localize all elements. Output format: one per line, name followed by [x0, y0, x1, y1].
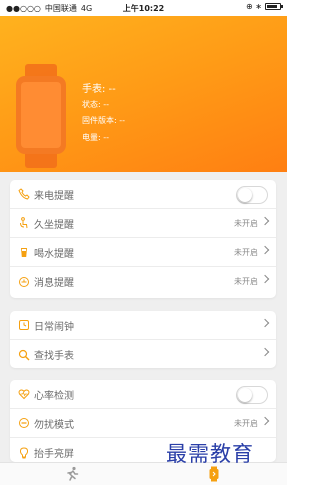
- tools-card: 日常闹钟 查找手表: [10, 311, 276, 368]
- heart-rate-toggle[interactable]: [236, 386, 268, 404]
- search-icon: [18, 349, 30, 361]
- row-label: 勿扰模式: [34, 419, 74, 431]
- row-label: 来电提醒: [34, 190, 74, 202]
- chevron-right-icon: [260, 416, 270, 426]
- tab-device-icon[interactable]: [206, 466, 222, 482]
- chevron-right-icon: [260, 318, 270, 328]
- row-heart-rate[interactable]: 心率检测: [10, 380, 276, 409]
- watch-battery: 电量: --: [82, 133, 110, 142]
- watch-status: 状态: --: [82, 100, 110, 109]
- phone-icon: [18, 188, 30, 200]
- watermark-text: 最需教育: [166, 442, 254, 466]
- dnd-icon: [18, 417, 30, 429]
- row-do-not-disturb[interactable]: 勿扰模式 未开启: [10, 409, 276, 438]
- firmware-version: 固件版本: --: [82, 116, 126, 125]
- row-daily-alarm[interactable]: 日常闹钟: [10, 311, 276, 340]
- battery-icon: [265, 3, 283, 10]
- row-label: 日常闹钟: [34, 321, 74, 333]
- chevron-right-icon: [260, 216, 270, 226]
- chevron-right-icon: [260, 274, 270, 284]
- row-value: 未开启: [234, 277, 258, 286]
- call-reminder-toggle[interactable]: [236, 186, 268, 204]
- status-time: 上午10:22: [122, 4, 165, 13]
- sit-icon: [18, 217, 30, 229]
- row-value: 未开启: [234, 418, 258, 428]
- cup-icon: [18, 246, 30, 258]
- row-find-watch[interactable]: 查找手表: [10, 340, 276, 369]
- heart-icon: [18, 388, 30, 400]
- row-call-reminder[interactable]: 来电提醒: [10, 180, 276, 209]
- message-icon: [18, 276, 30, 288]
- row-label: 抬手亮屏: [34, 449, 74, 460]
- row-label: 查找手表: [34, 351, 74, 362]
- row-value: 未开启: [234, 218, 258, 228]
- tab-sport-icon[interactable]: [64, 466, 80, 482]
- row-message-reminder[interactable]: 消息提醒 未开启: [10, 267, 276, 296]
- watch-illustration: [16, 64, 66, 168]
- alarm-icon: [18, 319, 30, 331]
- device-header: 手表: -- 状态: -- 固件版本: -- 电量: --: [0, 16, 287, 172]
- row-label: 喝水提醒: [34, 248, 74, 260]
- status-bar: ●●○○○ 中国联通 4G 上午10:22 ⊕ ∗: [0, 0, 287, 16]
- watch-name: 手表: --: [82, 84, 116, 95]
- status-icons: ⊕ ∗: [246, 2, 262, 11]
- chevron-right-icon: [260, 245, 270, 255]
- row-label: 久坐提醒: [34, 219, 74, 231]
- bulb-icon: [18, 446, 30, 459]
- row-drink-reminder[interactable]: 喝水提醒 未开启: [10, 238, 276, 267]
- row-label: 心率检测: [34, 390, 74, 402]
- row-value: 未开启: [234, 247, 258, 257]
- row-sedentary-reminder[interactable]: 久坐提醒 未开启: [10, 209, 276, 238]
- chevron-right-icon: [260, 347, 270, 357]
- row-label: 消息提醒: [34, 278, 74, 289]
- reminders-card: 来电提醒 久坐提醒 未开启 喝水提醒 未开启 消息提醒 未开启: [10, 180, 276, 298]
